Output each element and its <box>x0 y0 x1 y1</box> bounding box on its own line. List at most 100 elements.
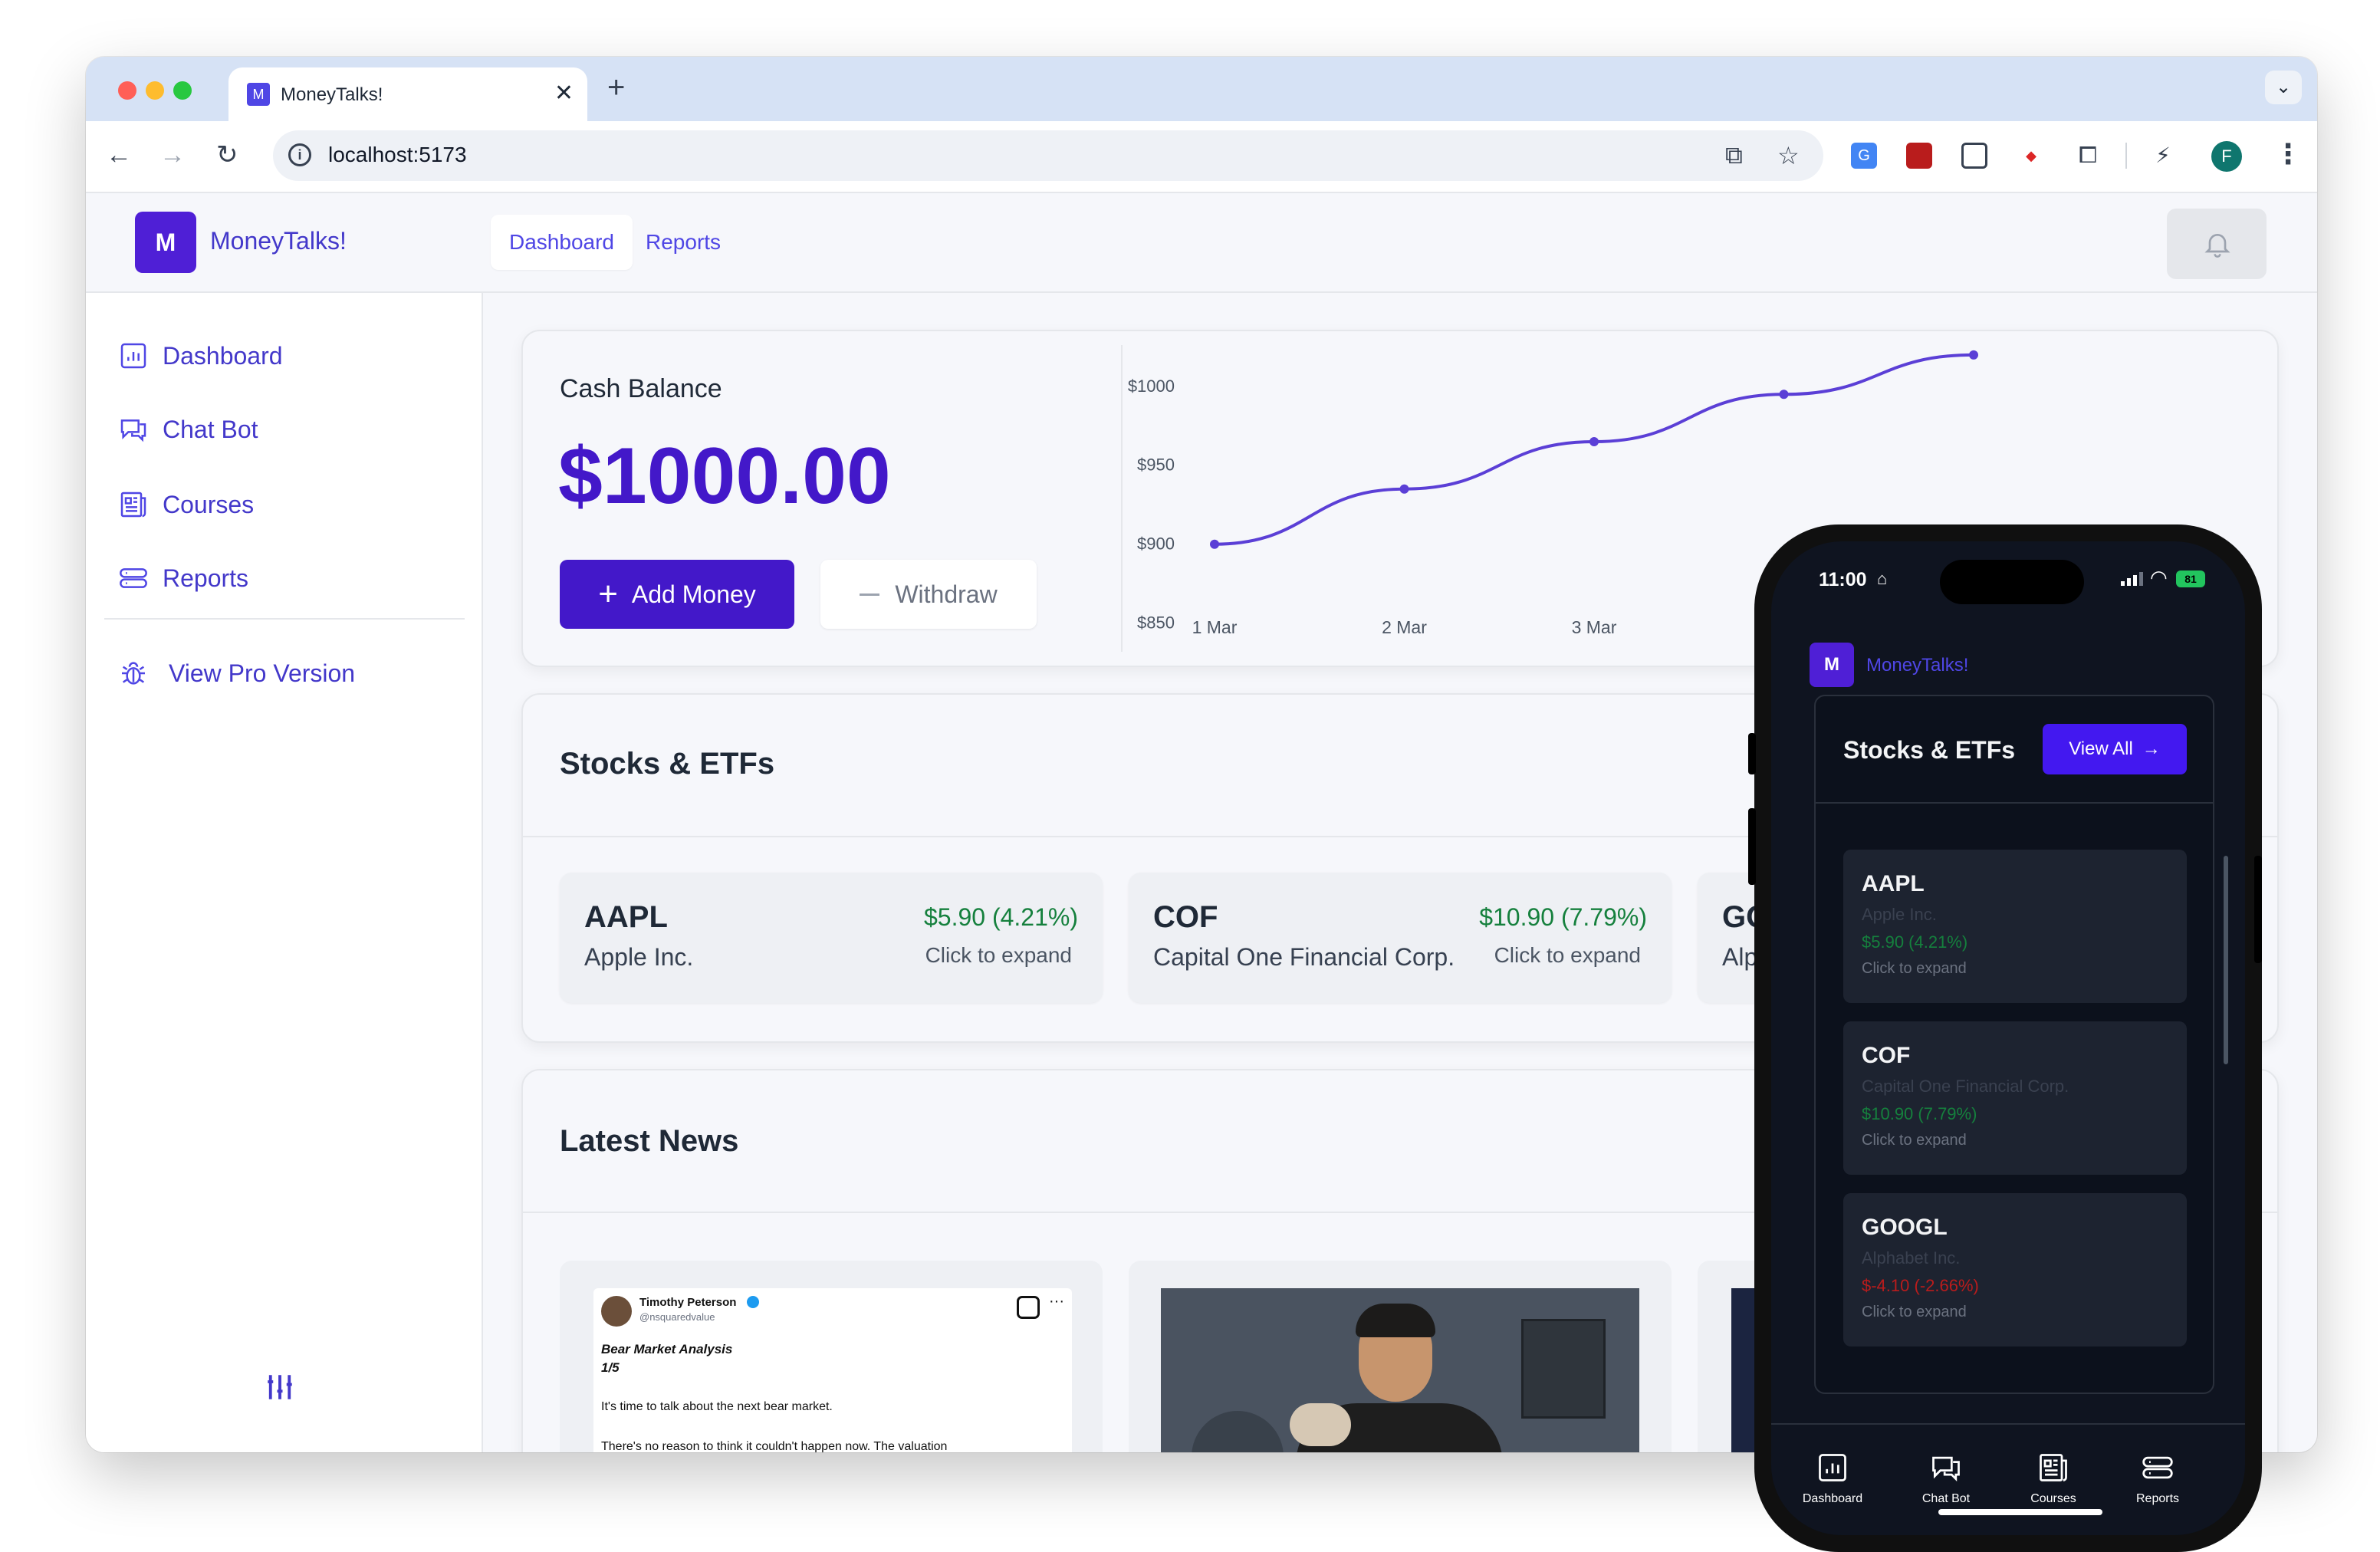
pro-label: View Pro Version <box>169 659 356 687</box>
back-arrow-icon[interactable]: ← <box>106 141 132 169</box>
x-tick-label: 3 Mar <box>1572 617 1617 637</box>
stocks-title: Stocks & ETFs <box>560 747 775 781</box>
adjustments-icon[interactable] <box>264 1371 296 1411</box>
forward-arrow-icon[interactable]: → <box>159 141 186 169</box>
y-tick-label: $1000 <box>1128 376 1175 396</box>
app-brand[interactable]: MoneyTalks! <box>210 227 347 255</box>
tab-title: MoneyTalks! <box>281 84 383 105</box>
lens-extension-icon[interactable]: ◆ <box>2018 143 2044 169</box>
browser-tab[interactable]: M MoneyTalks! ✕ <box>228 67 587 121</box>
view-pro-version-link[interactable]: View Pro Version <box>118 650 355 696</box>
stock-name: Alphabet Inc. <box>1862 1248 1961 1268</box>
data-point[interactable] <box>1210 539 1219 549</box>
stock-name: Capital One Financial Corp. <box>1153 943 1455 971</box>
address-bar[interactable]: i localhost:5173 ⧉ ☆ <box>273 130 1823 181</box>
translate-extension-icon[interactable]: G <box>1851 143 1877 169</box>
profile-avatar[interactable]: F <box>2211 141 2242 172</box>
book-extension-icon[interactable] <box>1906 143 1932 169</box>
phone-nav-label: Courses <box>2030 1492 2076 1505</box>
performance-icon[interactable]: ⚡ <box>2150 143 2176 169</box>
tab-search-chevron-icon[interactable]: ⌄ <box>2265 71 2302 104</box>
plus-icon: + <box>598 575 618 613</box>
data-point[interactable] <box>1779 390 1789 400</box>
withdraw-button[interactable]: Withdraw <box>820 560 1037 629</box>
browser-menu-icon[interactable]: ⋮ <box>2274 138 2302 170</box>
header-tab-reports[interactable]: Reports <box>627 215 739 270</box>
stock-ticker: GOOGL <box>1862 1215 1948 1240</box>
phone-nav-reports[interactable]: Reports <box>2112 1451 2204 1506</box>
phone-card-divider <box>1816 802 2213 804</box>
sidebar-item-label: Dashboard <box>163 341 283 370</box>
reload-icon[interactable]: ↻ <box>216 141 238 169</box>
stock-expand-hint: Click to expand <box>1862 960 1967 977</box>
phone-nav-chat-bot[interactable]: Chat Bot <box>1900 1451 1992 1506</box>
video-thumbnail[interactable] <box>1161 1288 1639 1452</box>
wall-art <box>1521 1319 1606 1419</box>
screen-extension-icon[interactable] <box>1961 143 1987 169</box>
stock-expand-hint: Click to expand <box>1862 1132 1967 1149</box>
new-tab-button[interactable]: + <box>607 71 625 105</box>
close-window-button[interactable] <box>118 81 136 100</box>
tweet-line: There's no reason to think it couldn't h… <box>601 1440 948 1452</box>
server-icon <box>120 568 147 588</box>
view-all-button[interactable]: View All → <box>2043 724 2187 774</box>
stock-change: $5.90 (4.21%) <box>1862 932 1968 952</box>
zoom-window-button[interactable] <box>173 81 192 100</box>
favicon: M <box>247 83 270 106</box>
phone-scrollbar[interactable] <box>2224 856 2228 1064</box>
app-logo[interactable]: M <box>135 212 196 273</box>
news-title: Latest News <box>560 1124 739 1158</box>
series-line <box>1214 353 1974 546</box>
stock-expand-hint: Click to expand <box>1862 1304 1967 1320</box>
stock-ticker: COF <box>1153 900 1218 934</box>
data-point[interactable] <box>1969 350 1978 360</box>
tweet-heading: Bear Market Analysis <box>601 1342 733 1356</box>
phone-stock-card-aapl[interactable]: AAPL Apple Inc. $5.90 (4.21%) Click to e… <box>1843 850 2187 1003</box>
minus-icon <box>860 593 880 596</box>
sidebar-item-reports[interactable]: Reports <box>118 555 248 601</box>
news-item-video[interactable] <box>1129 1261 1672 1452</box>
header-tab-dashboard[interactable]: Dashboard <box>491 215 633 270</box>
instagram-icon[interactable] <box>1017 1296 1040 1319</box>
tab-close-icon[interactable]: ✕ <box>554 80 574 107</box>
stock-name: Apple Inc. <box>584 943 694 971</box>
site-info-icon[interactable]: i <box>288 143 311 166</box>
phone-time: 11:00 <box>1819 569 1867 590</box>
bookmark-star-icon[interactable]: ☆ <box>1777 141 1800 170</box>
notifications-button[interactable] <box>2167 209 2267 279</box>
stock-change: $5.90 (4.21%) <box>923 903 1078 931</box>
minimize-window-button[interactable] <box>146 81 164 100</box>
phone-nav-courses[interactable]: Courses <box>2007 1451 2099 1506</box>
home-indicator[interactable] <box>1938 1509 2102 1515</box>
data-point[interactable] <box>1589 437 1599 446</box>
phone-nav-dashboard[interactable]: Dashboard <box>1787 1451 1879 1506</box>
phone-app-brand[interactable]: MoneyTalks! <box>1866 655 1968 676</box>
extensions-puzzle-icon[interactable]: ⧠ <box>2075 143 2101 169</box>
phone-stock-card-cof[interactable]: COF Capital One Financial Corp. $10.90 (… <box>1843 1021 2187 1175</box>
y-tick-label: $900 <box>1137 534 1175 554</box>
install-app-icon[interactable]: ⧉ <box>1725 141 1743 170</box>
sidebar-item-dashboard[interactable]: Dashboard <box>118 333 283 379</box>
stock-expand-hint: Click to expand <box>925 943 1072 967</box>
toolbar-divider <box>2125 143 2127 169</box>
stock-card-aapl[interactable]: AAPL Apple Inc. $5.90 (4.21%) Click to e… <box>560 873 1103 1003</box>
browser-toolbar: ← → ↻ i localhost:5173 ⧉ ☆ G ◆ ⧠ ⚡ F ⋮ <box>86 121 2317 193</box>
more-icon[interactable]: ··· <box>1049 1293 1064 1310</box>
stock-name: Capital One Financial Corp. <box>1862 1077 2069 1096</box>
sidebar-item-courses[interactable]: Courses <box>118 482 254 528</box>
stock-card-cof[interactable]: COF Capital One Financial Corp. $10.90 (… <box>1129 873 1672 1003</box>
phone-nav-label: Chat Bot <box>1921 1492 1971 1505</box>
home-status-icon: ⌂ <box>1877 569 1888 588</box>
news-item-tweet[interactable]: Timothy Peterson @nsquaredvalue ··· Bear… <box>560 1261 1103 1452</box>
bar-chart-icon <box>120 343 146 369</box>
app-header: M MoneyTalks! Dashboard Reports <box>86 193 2317 293</box>
phone-stock-card-googl[interactable]: GOOGL Alphabet Inc. $-4.10 (-2.66%) Clic… <box>1843 1193 2187 1346</box>
data-point[interactable] <box>1399 484 1409 494</box>
phone-app-logo[interactable]: M <box>1810 643 1854 687</box>
url-text[interactable]: localhost:5173 <box>328 143 467 167</box>
phone-screen: 11:00 ⌂ ◠ 81 M MoneyTalks! Stocks & ETFs… <box>1771 541 2245 1535</box>
add-money-button[interactable]: + Add Money <box>560 560 794 629</box>
tweet-embed[interactable]: Timothy Peterson @nsquaredvalue ··· Bear… <box>593 1288 1072 1452</box>
sidebar-item-chat-bot[interactable]: Chat Bot <box>118 406 258 452</box>
bar-chart-icon <box>1819 1454 1846 1481</box>
